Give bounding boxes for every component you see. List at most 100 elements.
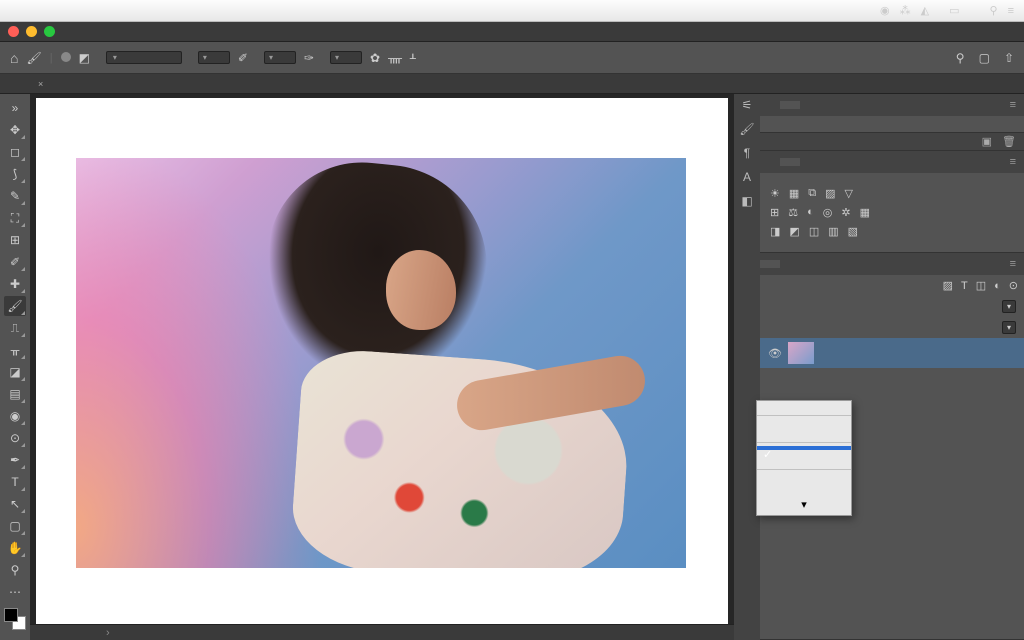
eraser-tool[interactable]: ◪ (4, 362, 26, 382)
balance-adj-icon[interactable]: ⚖ (788, 206, 798, 219)
spotlight-icon[interactable]: ⚲ (990, 4, 998, 17)
zoom-tool[interactable]: ⚲ (4, 560, 26, 580)
blur-tool[interactable]: ◉ (4, 406, 26, 426)
brush-settings-icon[interactable]: ◩ (79, 51, 90, 65)
threshold-adj-icon[interactable]: ◫ (809, 225, 819, 238)
opacity-input[interactable] (198, 51, 230, 64)
layer-fill-input[interactable] (1002, 321, 1016, 334)
panel-menu-icon[interactable]: ≡ (1002, 99, 1024, 111)
foreground-color-swatch[interactable] (4, 608, 18, 622)
filter-icon[interactable]: T (961, 280, 968, 292)
canvas-area[interactable]: › (30, 94, 734, 640)
document-canvas[interactable] (36, 98, 728, 624)
swatches-tab[interactable] (780, 101, 800, 109)
layer-thumbnail[interactable] (788, 342, 814, 364)
path-selection-tool[interactable]: ↖ (4, 494, 26, 514)
crop-tool[interactable]: ⛶ (4, 208, 26, 228)
workspace-icon[interactable]: ▢ (979, 51, 990, 65)
blend-mode-select[interactable] (106, 51, 182, 64)
curves-adj-icon[interactable]: ⧉ (808, 187, 816, 200)
collapsed-panel-icon[interactable]: 🖌 (739, 122, 754, 136)
airbrush-icon[interactable]: ✑ (304, 51, 314, 65)
close-tab-icon[interactable]: × (38, 79, 43, 89)
pen-tool[interactable]: ✒ (4, 450, 26, 470)
home-icon[interactable]: ⌂ (10, 50, 18, 66)
scroll-down-icon[interactable]: ▾ (757, 497, 851, 512)
window-close-button[interactable] (8, 26, 19, 37)
smoothing-options-icon[interactable]: ✿ (370, 51, 380, 65)
expand-tools-icon[interactable]: » (4, 98, 26, 118)
search-icon[interactable]: ⚲ (956, 51, 965, 65)
collapsed-panel-icon[interactable]: ⚟ (742, 98, 753, 112)
blend-mode-item[interactable] (757, 408, 851, 412)
color-tab[interactable] (760, 101, 780, 109)
pressure-opacity-icon[interactable]: ✐ (238, 51, 248, 65)
eyedropper-tool[interactable]: ✐ (4, 252, 26, 272)
blend-mode-item[interactable] (757, 462, 851, 466)
channel-mixer-adj-icon[interactable]: ✲ (841, 206, 850, 219)
gradient-map-adj-icon[interactable]: ▥ (828, 225, 838, 238)
delete-swatch-icon[interactable]: 🗑 (1002, 135, 1016, 148)
status-menu-icon[interactable]: › (106, 627, 110, 639)
collapsed-panel-icon[interactable]: ¶ (744, 146, 750, 160)
share-icon[interactable]: ⇧ (1004, 51, 1014, 65)
color-swatches[interactable] (4, 608, 26, 630)
lasso-tool[interactable]: ⟆ (4, 164, 26, 184)
filter-icon[interactable]: ◐ (994, 280, 1001, 292)
channels-tab[interactable] (780, 260, 800, 268)
quick-selection-tool[interactable]: ✎ (4, 186, 26, 206)
collapsed-panel-icon[interactable]: ◧ (741, 194, 752, 208)
menu-extras-icon[interactable]: ≡ (1008, 5, 1014, 17)
libraries-tab[interactable] (760, 158, 780, 166)
document-tab[interactable]: × (30, 77, 57, 91)
layer-row[interactable]: 👁 (760, 338, 1024, 368)
adjustments-tab[interactable] (780, 158, 800, 166)
shape-tool[interactable]: ▢ (4, 516, 26, 536)
layers-tab[interactable] (760, 260, 780, 268)
marquee-tool[interactable]: ◻ (4, 142, 26, 162)
dodge-tool[interactable]: ⊙ (4, 428, 26, 448)
history-brush-tool[interactable]: ᚂ (4, 340, 26, 360)
collapsed-panel-icon[interactable]: A (743, 170, 751, 184)
levels-adj-icon[interactable]: ▦ (789, 187, 799, 200)
exposure-adj-icon[interactable]: ▨ (825, 187, 835, 200)
hue-adj-icon[interactable]: ⊞ (770, 206, 779, 219)
symmetry-icon[interactable]: ᚆ (410, 51, 416, 65)
clone-stamp-tool[interactable]: ⎍ (4, 318, 26, 338)
blend-mode-dropdown[interactable]: ▾ (756, 400, 852, 516)
brush-tool[interactable]: 🖌 (4, 296, 26, 316)
move-tool[interactable]: ✥ (4, 120, 26, 140)
layer-opacity-input[interactable] (1002, 300, 1016, 313)
visibility-icon[interactable]: 👁 (768, 347, 782, 360)
edit-toolbar-icon[interactable]: ⋯ (4, 582, 26, 602)
brush-tool-icon[interactable]: 🖌 (26, 51, 41, 65)
bw-adj-icon[interactable]: ◐ (807, 206, 814, 219)
panel-menu-icon[interactable]: ≡ (1002, 258, 1024, 270)
brush-preset-picker[interactable] (61, 52, 71, 63)
symmetry-icon[interactable]: ᚄ (388, 51, 402, 65)
smoothing-input[interactable] (330, 51, 362, 64)
new-swatch-icon[interactable]: ▣ (982, 135, 992, 148)
filter-icon[interactable]: ◫ (976, 279, 986, 292)
window-minimize-button[interactable] (26, 26, 37, 37)
wifi-icon[interactable]: ◭ (921, 4, 929, 17)
healing-brush-tool[interactable]: ✚ (4, 274, 26, 294)
brightness-adj-icon[interactable]: ☀ (770, 187, 780, 200)
posterize-adj-icon[interactable]: ◩ (789, 225, 799, 238)
selective-color-adj-icon[interactable]: ▧ (848, 225, 858, 238)
filter-toggle[interactable]: ⊙ (1009, 279, 1018, 292)
vibrance-adj-icon[interactable]: ▽ (845, 187, 853, 200)
photo-filter-adj-icon[interactable]: ◎ (823, 206, 833, 219)
panel-menu-icon[interactable]: ≡ (1002, 156, 1024, 168)
invert-adj-icon[interactable]: ◨ (770, 225, 780, 238)
frame-tool[interactable]: ⊞ (4, 230, 26, 250)
type-tool[interactable]: T (4, 472, 26, 492)
gradient-tool[interactable]: ▤ (4, 384, 26, 404)
paths-tab[interactable] (800, 260, 820, 268)
flow-input[interactable] (264, 51, 296, 64)
blend-mode-item[interactable] (757, 435, 851, 439)
hand-tool[interactable]: ✋ (4, 538, 26, 558)
window-zoom-button[interactable] (44, 26, 55, 37)
filter-icon[interactable]: ▨ (943, 279, 953, 292)
color-lookup-adj-icon[interactable]: ▦ (860, 206, 870, 219)
